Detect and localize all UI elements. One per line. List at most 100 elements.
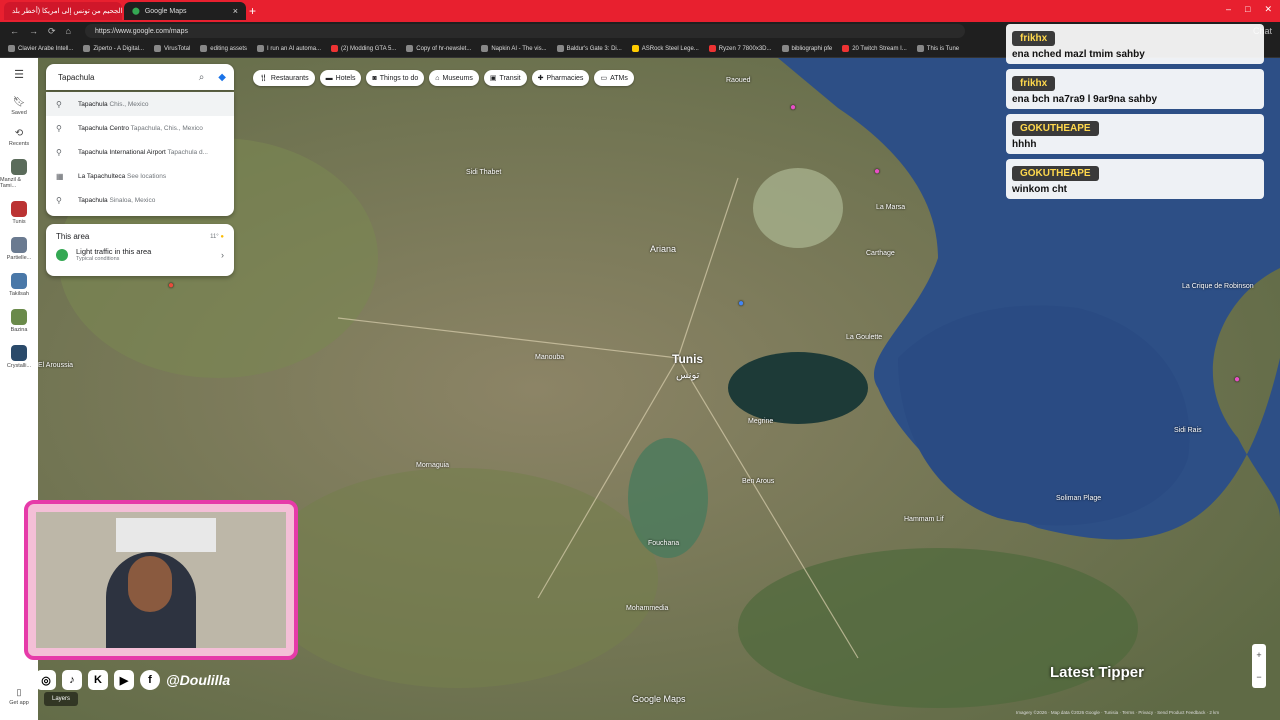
map-place-pin-icon[interactable]: ● [790, 102, 796, 113]
chevron-right-icon[interactable]: › [221, 250, 224, 260]
tab-video[interactable]: الجحيم من تونس إلى امريكا (أخطر بلد × [4, 2, 122, 20]
map-place-pin-icon[interactable]: ● [874, 166, 880, 177]
traffic-text: Light traffic in this area [76, 247, 152, 256]
webcam-overlay [24, 500, 298, 660]
bookmark-item[interactable]: VirusTotal [154, 45, 190, 52]
url-input[interactable]: https://www.google.com/maps [84, 24, 965, 38]
home-icon[interactable]: ⌂ [66, 26, 71, 36]
search-suggestions: ⚲ Tapachula Chis., Mexico ⚲ Tapachula Cent… [46, 92, 234, 216]
bookmark-item[interactable]: editing assets [200, 45, 247, 52]
chat-text: ena nched mazl tmim sahby [1012, 49, 1145, 60]
this-area-card[interactable]: This area 11° ● Light traffic in this ar… [46, 224, 234, 276]
chip-atms[interactable]: ▭ ATMs [594, 70, 634, 86]
maximize-icon[interactable]: □ [1245, 4, 1250, 15]
sidebar-item-place[interactable]: Tunis [0, 197, 38, 229]
map-label[interactable]: Mohammedia [626, 605, 668, 612]
bookmark-item[interactable]: Napkin AI - The vis... [481, 45, 547, 52]
minimize-icon[interactable]: – [1226, 4, 1231, 15]
facebook-icon: f [140, 670, 160, 690]
chip-things-to-do[interactable]: ◙ Things to do [366, 70, 425, 86]
map-label[interactable]: Fouchana [648, 540, 679, 547]
sidebar-item-recents[interactable]: ⟲ Recents [0, 124, 38, 151]
suggestion-item[interactable]: ⚲ Tapachula Centro Tapachula, Chis., Mexi… [46, 116, 234, 140]
pharmacy-icon: ✚ [537, 75, 544, 82]
search-input[interactable]: Tapachula ⌕ ◆ [46, 64, 234, 90]
sidebar-item-place[interactable]: Crystalli... [0, 341, 38, 373]
bookmark-item[interactable]: Baldur's Gate 3: Di... [556, 45, 622, 52]
place-thumbnail [11, 237, 27, 253]
map-label[interactable]: El Aroussia [38, 362, 73, 369]
map-label[interactable]: La Goulette [846, 334, 882, 341]
chat-message: frikhx ena nched mazl tmim sahby [1006, 24, 1264, 64]
new-tab-button[interactable]: + [249, 4, 256, 18]
chip-transit[interactable]: ▣ Transit [483, 70, 527, 86]
map-label[interactable]: Soliman Plage [1056, 495, 1101, 502]
bookmark-item[interactable]: Ziperto - A Digital... [83, 45, 144, 52]
suggestion-item[interactable]: ⚲ Tapachula Sinaloa, Mexico [46, 188, 234, 212]
map-label[interactable]: Manouba [535, 354, 564, 361]
bookmark-item[interactable]: (2) Modding GTA 5... [331, 45, 396, 52]
suggestion-item[interactable]: ▦ La Tapachulteca See locations [46, 164, 234, 188]
bookmark-item[interactable]: ASRock Steel Lege... [631, 45, 699, 52]
chat-message: frikhx ena bch na7ra9 l 9ar9na sahby [1006, 69, 1264, 109]
map-label[interactable]: Sidi Rais [1174, 427, 1202, 434]
place-pin-icon: ⚲ [56, 195, 62, 205]
suggestion-item[interactable]: ⚲ Tapachula International Airport Tapachu… [46, 140, 234, 164]
chip-pharmacies[interactable]: ✚ Pharmacies [531, 70, 590, 86]
map-label[interactable]: Mornaguia [416, 462, 449, 469]
bookmark-item[interactable]: bibliographi pfe [781, 45, 832, 52]
sidebar-item-place[interactable]: Takilsah [0, 269, 38, 301]
sidebar-item-place[interactable]: Bazina [0, 305, 38, 337]
directions-icon[interactable]: ◆ [218, 72, 226, 83]
youtube-icon [842, 45, 850, 52]
bookmark-item[interactable]: I run an AI automa... [257, 45, 321, 52]
window-controls: – □ ✕ [1226, 4, 1272, 15]
bookmark-icon [154, 45, 162, 52]
history-icon: ⟲ [14, 128, 24, 139]
chip-museums[interactable]: ⌂ Museums [429, 70, 479, 86]
close-window-icon[interactable]: ✕ [1264, 4, 1272, 15]
zoom-in-icon[interactable]: + [1256, 650, 1261, 660]
bookmark-item[interactable]: This is Tune [916, 45, 959, 52]
map-label[interactable]: La Crique de Robinson [1182, 283, 1254, 290]
map-place-pin-icon[interactable]: ● [738, 298, 744, 309]
map-label[interactable]: Ariana [650, 244, 676, 254]
browser-titlebar: الجحيم من تونس إلى امريكا (أخطر بلد × ⬤ … [0, 0, 1280, 22]
tab-google-maps[interactable]: ⬤ Google Maps × [124, 2, 246, 20]
close-icon[interactable]: × [233, 6, 238, 16]
forward-icon[interactable]: → [29, 26, 38, 36]
reload-icon[interactable]: ⟳ [48, 26, 56, 37]
map-label[interactable]: Carthage [866, 250, 895, 257]
bookmark-item[interactable]: Clavier Arabe Intell... [8, 45, 73, 52]
map-label[interactable]: Sidi Thabet [466, 169, 501, 176]
folder-icon [200, 45, 208, 52]
map-place-pin-icon[interactable]: ● [168, 280, 174, 291]
bookmark-item[interactable]: 20 Twitch Stream I... [842, 45, 907, 52]
sidebar-item-place[interactable]: Manzil & Tami... [0, 155, 38, 193]
map-place-pin-icon[interactable]: ● [1234, 374, 1240, 385]
chip-restaurants[interactable]: 🍴︎ Restaurants [253, 70, 315, 86]
map-label[interactable]: Raoued [726, 77, 751, 84]
bookmark-item[interactable]: Ryzen 7 7800x3D... [708, 45, 772, 52]
menu-icon[interactable]: ☰ [14, 68, 24, 81]
chat-username: GOKUTHEAPE [1012, 121, 1099, 136]
map-label[interactable]: Ben Arous [742, 478, 774, 485]
search-icon[interactable]: ⌕ [199, 72, 205, 83]
map-label[interactable]: La Marsa [876, 204, 905, 211]
sidebar-item-place[interactable]: Partielle... [0, 233, 38, 265]
sidebar-item-get-app[interactable]: ▯ Get app [0, 683, 38, 710]
back-icon[interactable]: ← [10, 26, 19, 36]
chat-text: winkom cht [1012, 184, 1068, 195]
chip-hotels[interactable]: ▬ Hotels [319, 70, 362, 86]
youtube-icon: ▶ [114, 670, 134, 690]
suggestion-item[interactable]: ⚲ Tapachula Chis., Mexico [46, 92, 234, 116]
zoom-out-icon[interactable]: − [1256, 672, 1261, 682]
phone-icon: ▯ [16, 687, 22, 697]
google-maps-logo: Google Maps [632, 694, 686, 704]
map-label-city[interactable]: Tunis [672, 352, 703, 366]
sidebar-item-saved[interactable]: 🔖︎ Saved [0, 93, 38, 120]
bookmark-item[interactable]: Copy of hr-newslet... [406, 45, 471, 52]
map-label[interactable]: Megrine [748, 418, 773, 425]
map-label[interactable]: Hammam Lif [904, 516, 944, 523]
layers-button[interactable]: Layers [44, 692, 78, 706]
